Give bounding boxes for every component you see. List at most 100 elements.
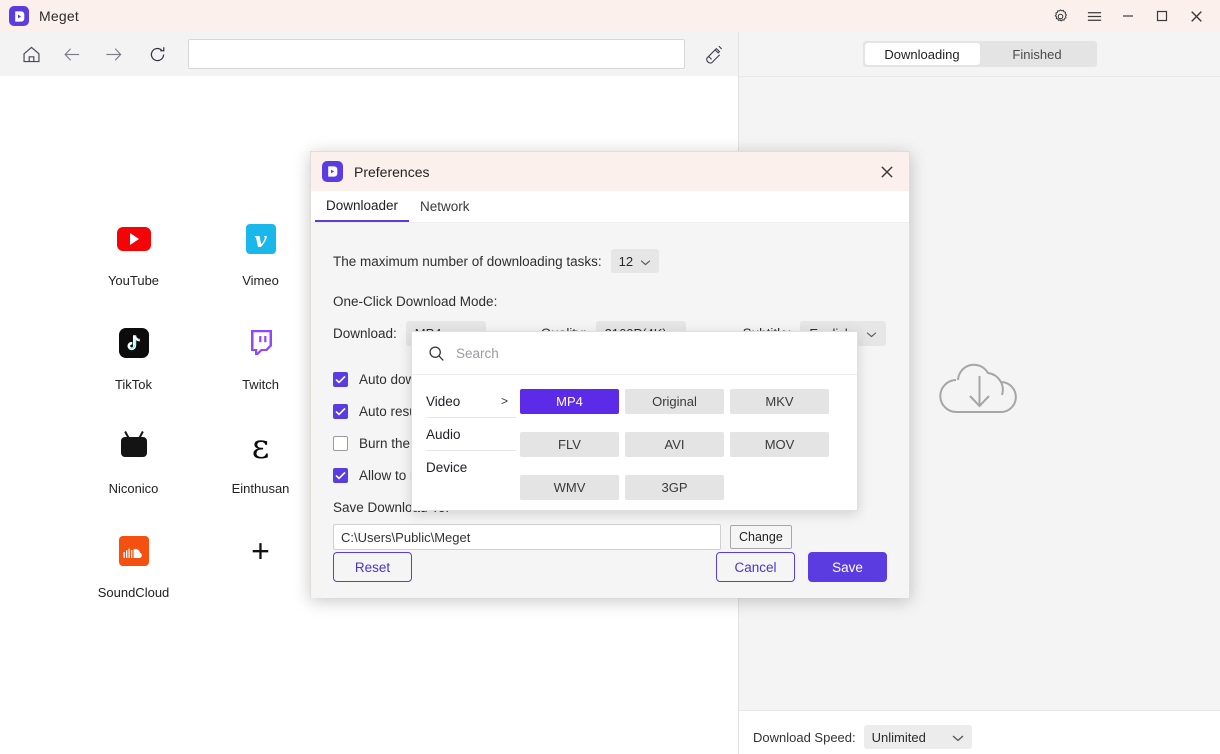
format-cell: AVI bbox=[625, 432, 730, 468]
format-option-grid: MP4 Original MKV FLV AVI MOV WMV 3GP bbox=[520, 375, 835, 511]
checkbox-icon[interactable] bbox=[333, 403, 348, 419]
app-logo-icon bbox=[9, 6, 29, 26]
maximize-icon[interactable] bbox=[1145, 0, 1179, 32]
arrow-left-icon[interactable] bbox=[55, 37, 89, 71]
format-category-device[interactable]: Device bbox=[426, 451, 516, 484]
window-controls bbox=[1043, 0, 1220, 32]
format-cell: Original bbox=[625, 389, 730, 425]
format-option-mov[interactable]: MOV bbox=[730, 432, 829, 457]
dialog-close-icon[interactable] bbox=[865, 152, 909, 191]
site-label: Einthusan bbox=[231, 481, 290, 496]
tab-downloader[interactable]: Downloader bbox=[315, 191, 410, 222]
twitch-icon bbox=[244, 326, 278, 360]
format-option-mp4[interactable]: MP4 bbox=[520, 389, 619, 414]
download-speed-row: Download Speed: Unlimited bbox=[753, 723, 1220, 751]
close-icon[interactable] bbox=[1179, 0, 1213, 32]
site-label: Niconico bbox=[108, 481, 159, 496]
max-tasks-select[interactable]: 12 bbox=[610, 249, 660, 273]
download-speed-label: Download Speed: bbox=[753, 729, 856, 745]
one-click-section-title: One-Click Download Mode: bbox=[333, 294, 498, 309]
format-cell: MOV bbox=[730, 432, 835, 468]
format-search-row bbox=[412, 332, 857, 375]
tab-network[interactable]: Network bbox=[409, 191, 481, 222]
cloud-download-icon bbox=[930, 352, 1030, 435]
site-tile-einthusan[interactable]: ɛ Einthusan bbox=[197, 424, 324, 528]
site-label: TikTok bbox=[114, 377, 153, 392]
soundcloud-icon bbox=[117, 534, 151, 568]
format-category-list: Video > Audio Device bbox=[412, 375, 517, 511]
download-speed-select[interactable]: Unlimited bbox=[863, 725, 972, 749]
site-label: Vimeo bbox=[242, 273, 279, 288]
site-label: YouTube bbox=[107, 273, 160, 288]
format-category-label: Video bbox=[426, 393, 461, 409]
tab-finished[interactable]: Finished bbox=[980, 43, 1095, 65]
format-category-label: Audio bbox=[426, 426, 461, 442]
plus-icon: + bbox=[244, 534, 278, 568]
format-category-video[interactable]: Video > bbox=[426, 385, 516, 418]
download-format-label: Download: bbox=[333, 326, 397, 341]
site-label: SoundCloud bbox=[97, 585, 170, 600]
reload-icon[interactable] bbox=[140, 37, 174, 71]
dialog-title: Preferences bbox=[354, 163, 430, 180]
downloads-tabs-row: Downloading Finished bbox=[739, 32, 1220, 76]
app-window: Meget YouTube v Vimeo TikTok Twitch Nico… bbox=[0, 0, 1220, 754]
downloads-tabs: Downloading Finished bbox=[862, 41, 1097, 67]
site-tile-twitch[interactable]: Twitch bbox=[197, 320, 324, 424]
chevron-right-icon: > bbox=[500, 394, 508, 408]
add-site-button[interactable]: + bbox=[197, 528, 324, 632]
format-category-audio[interactable]: Audio bbox=[426, 418, 516, 451]
dialog-footer: Reset Cancel Save bbox=[311, 536, 909, 598]
search-icon bbox=[428, 345, 445, 362]
app-title: Meget bbox=[39, 8, 79, 24]
format-cell: FLV bbox=[520, 432, 625, 468]
max-tasks-row: The maximum number of downloading tasks:… bbox=[333, 249, 909, 273]
checkbox-icon[interactable] bbox=[333, 371, 348, 387]
youtube-icon bbox=[116, 222, 151, 256]
format-cell: MKV bbox=[730, 389, 835, 425]
format-popup-body: Video > Audio Device MP4 Original MKV FL… bbox=[412, 375, 857, 511]
gear-icon[interactable] bbox=[1043, 0, 1077, 32]
format-option-3gp[interactable]: 3GP bbox=[625, 475, 724, 500]
format-cell: MP4 bbox=[520, 389, 625, 425]
download-speed-value: Unlimited bbox=[871, 729, 926, 745]
add-site-label: + bbox=[251, 533, 270, 569]
dialog-tabs: Downloader Network bbox=[311, 191, 909, 223]
chevron-down-icon bbox=[640, 254, 651, 269]
format-option-avi[interactable]: AVI bbox=[625, 432, 724, 457]
site-label: Twitch bbox=[242, 377, 279, 392]
site-tile-tiktok[interactable]: TikTok bbox=[70, 320, 197, 424]
format-cell: 3GP bbox=[625, 475, 730, 511]
home-icon[interactable] bbox=[14, 37, 48, 71]
tab-downloading[interactable]: Downloading bbox=[864, 43, 980, 65]
format-option-mkv[interactable]: MKV bbox=[730, 389, 829, 414]
site-tile-soundcloud[interactable]: SoundCloud bbox=[70, 528, 197, 632]
title-bar: Meget bbox=[0, 0, 1220, 32]
chevron-down-icon bbox=[952, 730, 964, 745]
browser-toolbar bbox=[0, 32, 738, 76]
checkbox-icon[interactable] bbox=[333, 467, 348, 483]
checkbox-icon[interactable] bbox=[333, 435, 348, 451]
minimize-icon[interactable] bbox=[1111, 0, 1145, 32]
broom-clear-icon[interactable] bbox=[697, 37, 731, 71]
format-search-input[interactable] bbox=[456, 345, 756, 361]
format-option-flv[interactable]: FLV bbox=[520, 432, 619, 457]
cancel-button[interactable]: Cancel bbox=[716, 552, 795, 582]
vimeo-icon: v bbox=[244, 222, 278, 256]
format-dropdown-popup: Video > Audio Device MP4 Original M bbox=[411, 331, 858, 511]
site-tile-vimeo[interactable]: v Vimeo bbox=[197, 216, 324, 320]
format-option-wmv[interactable]: WMV bbox=[520, 475, 619, 500]
niconico-icon bbox=[117, 430, 151, 464]
einthusan-icon: ɛ bbox=[251, 427, 270, 467]
arrow-right-icon[interactable] bbox=[96, 37, 130, 71]
site-tile-youtube[interactable]: YouTube bbox=[70, 216, 197, 320]
site-tile-niconico[interactable]: Niconico bbox=[70, 424, 197, 528]
format-option-original[interactable]: Original bbox=[625, 389, 724, 414]
save-button[interactable]: Save bbox=[808, 552, 887, 582]
format-category-label: Device bbox=[426, 460, 468, 475]
reset-button[interactable]: Reset bbox=[333, 552, 412, 582]
url-input[interactable] bbox=[188, 39, 685, 69]
downloads-footer: Download Speed: Unlimited File Location:… bbox=[739, 710, 1220, 754]
format-cell: WMV bbox=[520, 475, 625, 511]
dialog-logo-icon bbox=[322, 161, 343, 182]
hamburger-menu-icon[interactable] bbox=[1077, 0, 1111, 32]
